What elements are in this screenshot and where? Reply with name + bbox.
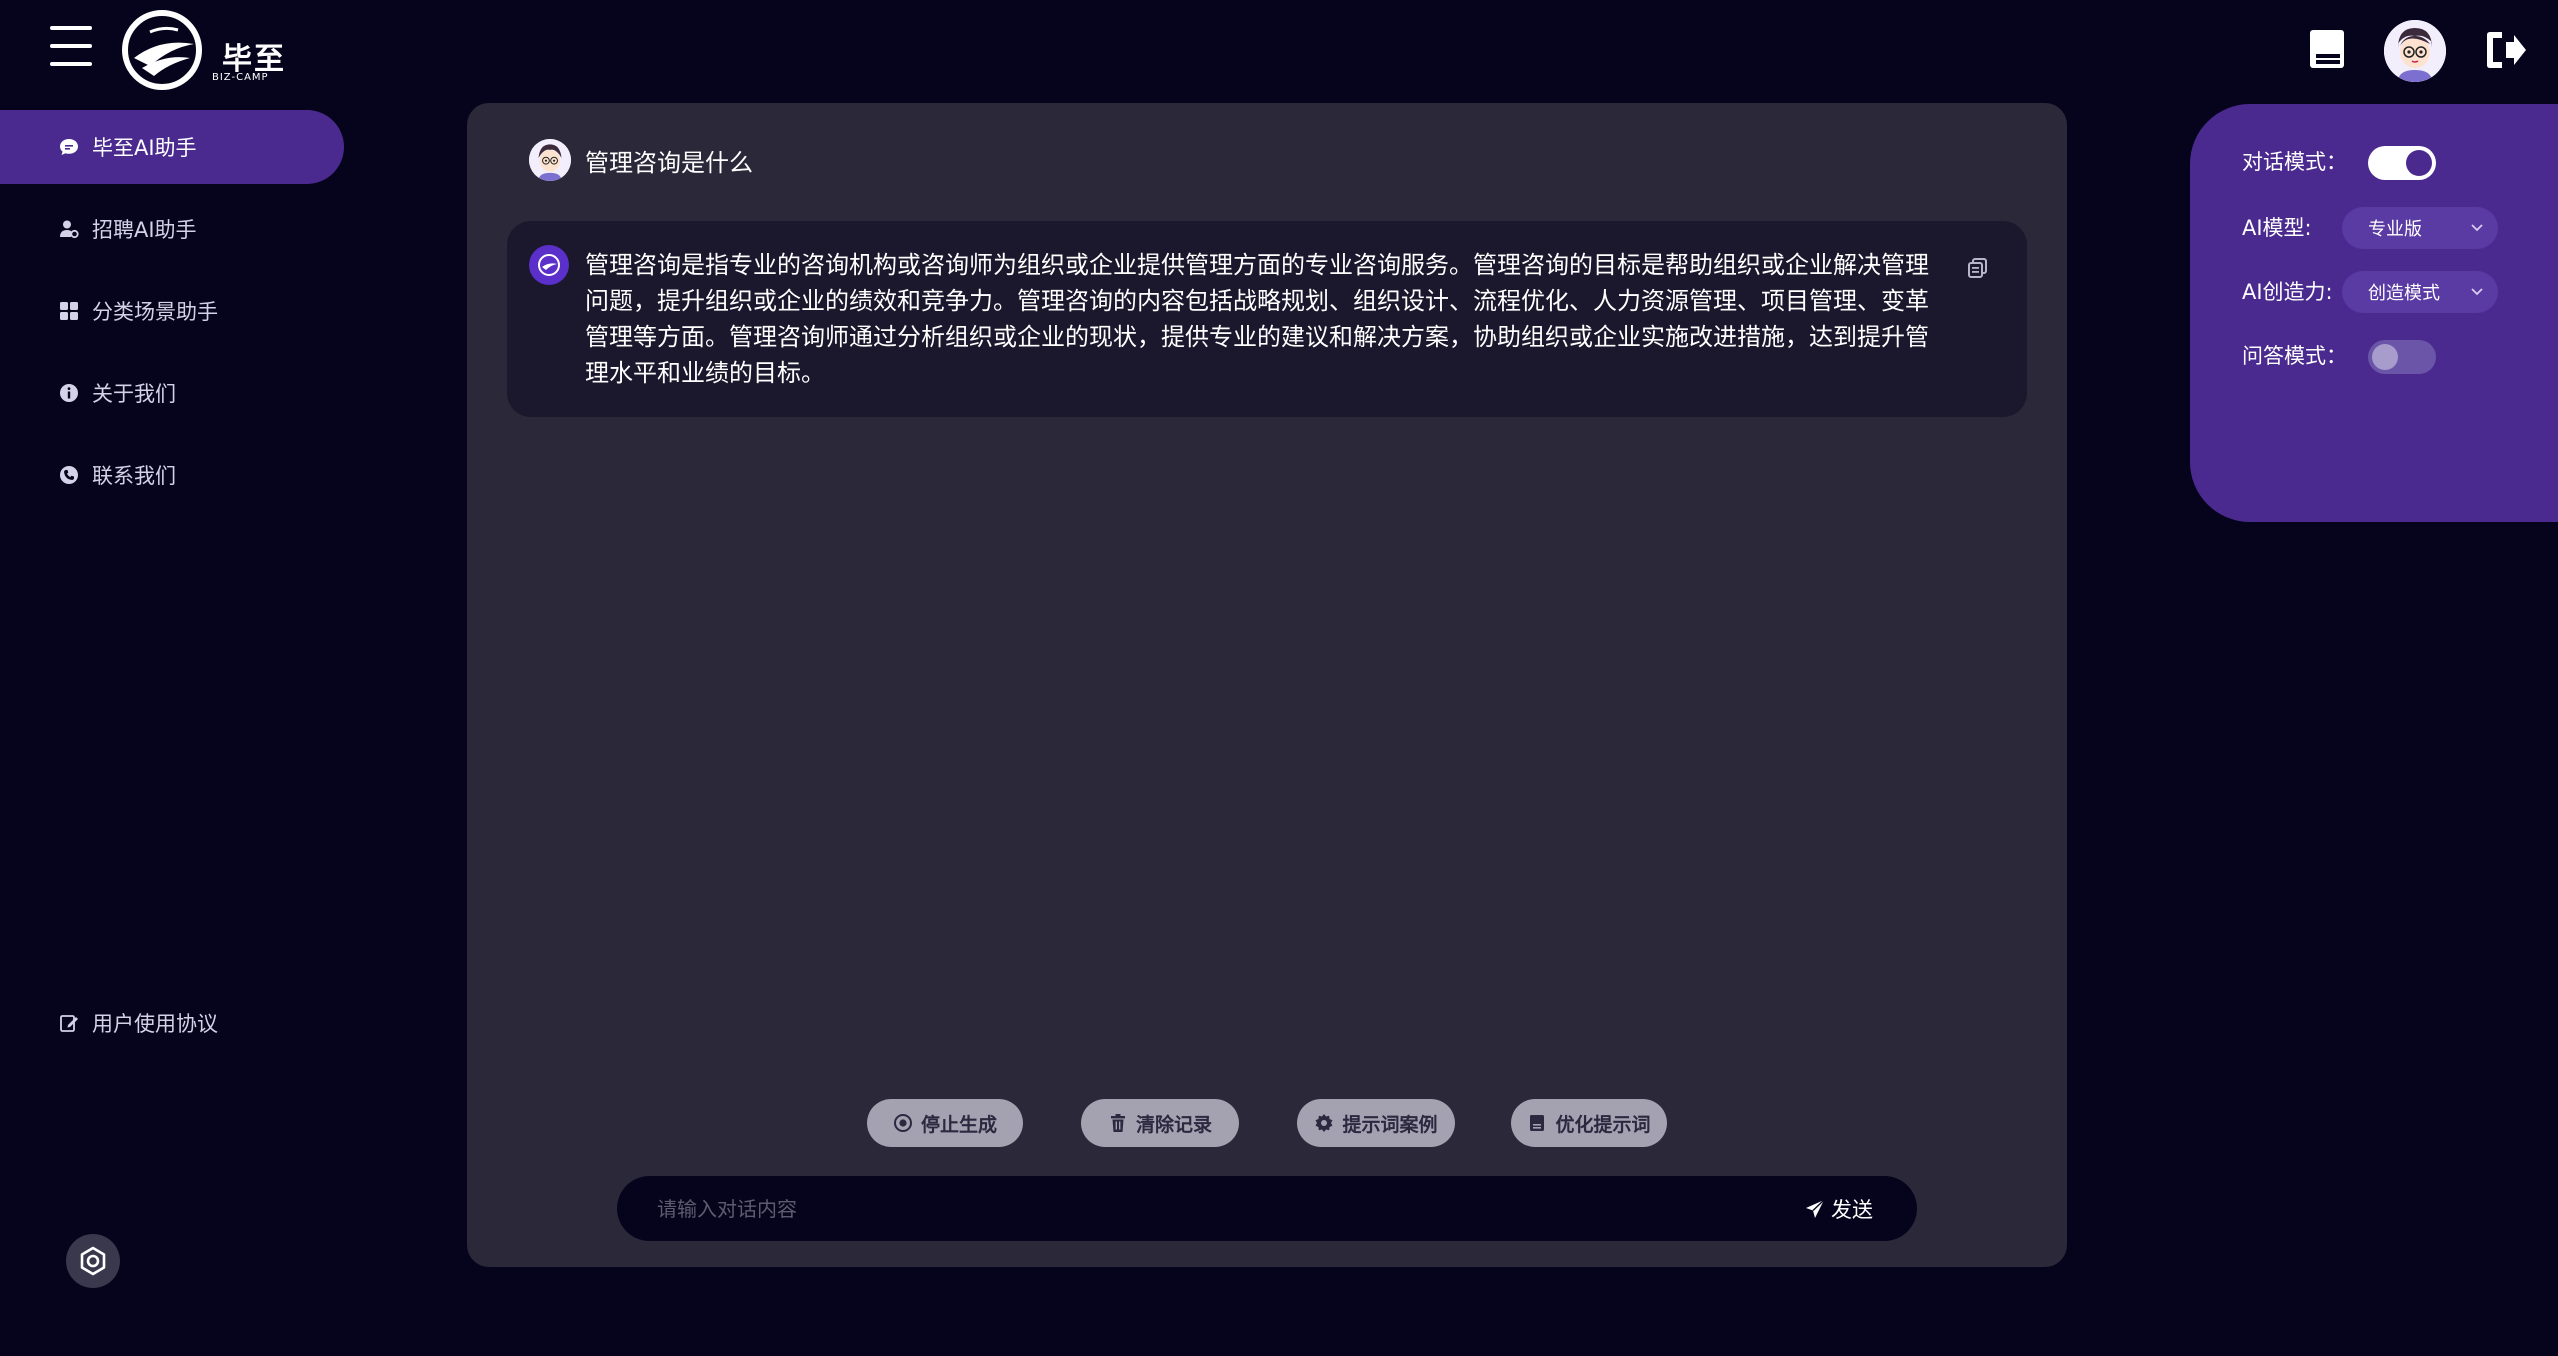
book-icon[interactable] [2308, 28, 2346, 70]
copy-icon[interactable] [1967, 257, 1989, 279]
stop-generation-label: 停止生成 [920, 1113, 997, 1136]
chat-input[interactable] [657, 1176, 1757, 1241]
sidebar-item-scenario-assistant[interactable]: 分类场景助手 [0, 274, 344, 348]
gear-icon [1314, 1113, 1334, 1133]
sidebar-nav: 毕至AI助手 招聘AI助手 分类场景助手 关于我们 联系我们 [0, 110, 344, 520]
brand-logo[interactable]: 毕至 BIZ-CAMP [120, 8, 290, 92]
toggle-knob [2372, 344, 2398, 370]
ai-model-value: 专业版 [2368, 219, 2422, 240]
settings-panel: 对话模式： AI模型: 专业版 AI创造力: 创造模式 问答模式： [2190, 104, 2558, 522]
stop-generation-button[interactable]: 停止生成 [867, 1099, 1023, 1147]
ai-bot-avatar [529, 245, 569, 285]
sidebar-item-label: 毕至AI助手 [92, 136, 197, 160]
header-actions [2308, 18, 2558, 82]
user-question-text: 管理咨询是什么 [585, 148, 753, 177]
stop-circle-icon [893, 1113, 913, 1133]
user-agreement-link[interactable]: 用户使用协议 [0, 986, 344, 1060]
ai-creativity-select[interactable]: 创造模式 [2342, 271, 2498, 313]
user-message: 管理咨询是什么 [529, 139, 753, 181]
logo-mark-icon [122, 10, 202, 90]
ai-creativity-label: AI创造力: [2242, 280, 2333, 304]
chevron-down-icon [2471, 224, 2483, 232]
hamburger-line [50, 26, 92, 30]
logout-icon[interactable] [2484, 28, 2528, 72]
ai-model-label: AI模型: [2242, 216, 2312, 240]
chat-input-bar: 发送 [617, 1176, 1917, 1241]
prompt-examples-button[interactable]: 提示词案例 [1297, 1099, 1455, 1147]
ai-model-select[interactable]: 专业版 [2342, 207, 2498, 249]
clear-history-button[interactable]: 清除记录 [1081, 1099, 1239, 1147]
ai-answer-text: 管理咨询是指专业的咨询机构或咨询师为组织或企业提供管理方面的专业咨询服务。管理咨… [585, 251, 1929, 387]
user-message-avatar [529, 139, 571, 181]
qa-mode-label: 问答模式： [2242, 344, 2347, 368]
hamburger-line [50, 44, 92, 48]
sidebar-item-label: 分类场景助手 [92, 300, 218, 324]
trash-icon [1108, 1113, 1128, 1133]
grid-icon [58, 300, 80, 322]
chat-panel: 管理咨询是什么 管理咨询是指专业的咨询机构或咨询师为组织或企业提供管理方面的专业… [467, 103, 2067, 1267]
user-agreement-label: 用户使用协议 [92, 1012, 218, 1036]
menu-toggle-button[interactable] [50, 26, 92, 70]
dialog-mode-toggle[interactable] [2368, 146, 2436, 180]
dialog-mode-label: 对话模式： [2242, 150, 2347, 174]
sidebar-item-about-us[interactable]: 关于我们 [0, 356, 344, 430]
avatar-face-icon [529, 139, 571, 181]
avatar-face-icon [2384, 20, 2446, 82]
hamburger-line [50, 62, 92, 66]
user-avatar[interactable] [2384, 20, 2446, 82]
chat-action-bar: 停止生成 清除记录 提示词案例 优化提示词 [867, 1099, 1667, 1147]
user-gear-icon [58, 218, 80, 240]
prompt-examples-label: 提示词案例 [1342, 1113, 1438, 1136]
gear-icon [80, 1246, 106, 1276]
book-icon [1527, 1113, 1547, 1133]
bot-logo-icon [538, 254, 560, 276]
phone-icon [58, 464, 80, 486]
sidebar-item-label: 招聘AI助手 [92, 218, 197, 242]
send-button[interactable]: 发送 [1805, 1176, 1873, 1241]
info-icon [58, 382, 80, 404]
qa-mode-toggle[interactable] [2368, 340, 2436, 374]
sidebar-item-label: 关于我们 [92, 382, 176, 406]
sidebar-agreement: 用户使用协议 [0, 986, 344, 1068]
sidebar-item-contact-us[interactable]: 联系我们 [0, 438, 344, 512]
toggle-knob [2406, 150, 2432, 176]
chevron-down-icon [2471, 288, 2483, 296]
clear-history-label: 清除记录 [1135, 1113, 1212, 1136]
sidebar-item-biz-ai-assistant[interactable]: 毕至AI助手 [0, 110, 344, 184]
sidebar-item-label: 联系我们 [92, 464, 176, 488]
ai-answer-card: 管理咨询是指专业的咨询机构或咨询师为组织或企业提供管理方面的专业咨询服务。管理咨… [507, 221, 2027, 417]
settings-button[interactable] [66, 1234, 120, 1288]
chat-bubble-icon [58, 136, 80, 158]
optimize-prompt-button[interactable]: 优化提示词 [1511, 1099, 1667, 1147]
optimize-prompt-label: 优化提示词 [1555, 1113, 1651, 1136]
sidebar-item-recruit-ai-assistant[interactable]: 招聘AI助手 [0, 192, 344, 266]
ai-creativity-value: 创造模式 [2368, 283, 2440, 304]
paper-plane-icon [1806, 1198, 1825, 1218]
edit-document-icon [58, 1012, 80, 1034]
send-label: 发送 [1831, 1197, 1873, 1222]
brand-name-en: BIZ-CAMP [212, 72, 269, 83]
